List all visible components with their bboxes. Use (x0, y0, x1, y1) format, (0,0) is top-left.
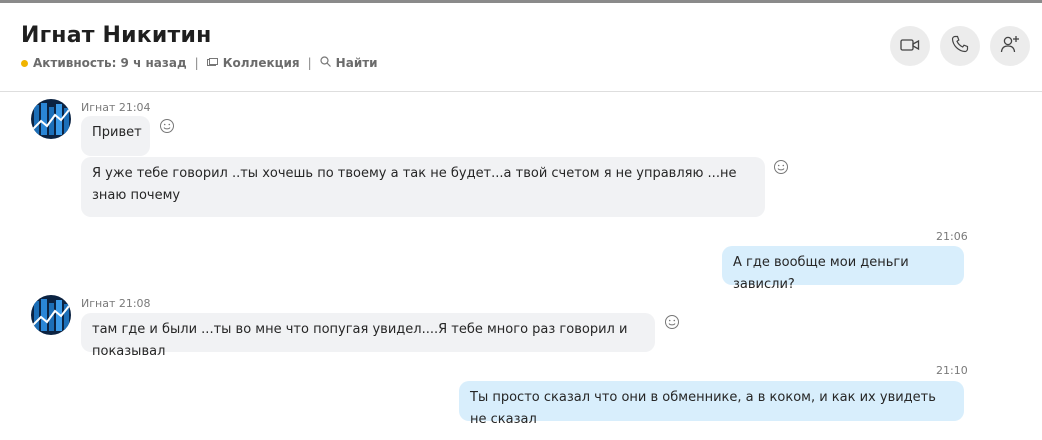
search-link[interactable]: Найти (320, 56, 378, 70)
add-person-icon (1000, 35, 1020, 57)
collection-link[interactable]: Коллекция (206, 56, 300, 70)
search-label: Найти (335, 56, 378, 70)
add-participant-button[interactable] (990, 26, 1030, 66)
emoji-reaction-icon[interactable] (664, 314, 680, 330)
message-bubble[interactable]: Я уже тебе говорил ..ты хочешь по твоему… (81, 157, 765, 217)
meta-separator: | (194, 56, 199, 70)
video-call-button[interactable] (890, 26, 930, 66)
chat-header: Игнат Никитин Активность: 9 ч назад | Ко… (0, 3, 1042, 92)
collection-label: Коллекция (222, 56, 300, 70)
meta-separator: | (307, 56, 312, 70)
activity-status: Активность: 9 ч назад (33, 56, 187, 70)
contact-meta: Активность: 9 ч назад | Коллекция | Найт… (21, 56, 378, 70)
emoji-reaction-icon[interactable] (773, 159, 789, 175)
video-call-icon (900, 37, 920, 56)
avatar[interactable] (31, 295, 71, 335)
message-bubble[interactable]: Ты просто сказал что они в обменнике, а … (459, 381, 964, 427)
collection-icon (206, 57, 218, 70)
avatar[interactable] (31, 99, 71, 139)
message-time: 21:06 (936, 230, 968, 243)
phone-icon (951, 35, 969, 57)
message-bubble[interactable]: Привет (81, 116, 150, 156)
message-sender-time: Игнат 21:08 (81, 297, 151, 310)
contact-name[interactable]: Игнат Никитин (21, 23, 212, 48)
message-time: 21:10 (936, 364, 968, 377)
message-bubble[interactable]: там где и были ...ты во мне что попугая … (81, 313, 655, 359)
search-icon (320, 56, 331, 70)
audio-call-button[interactable] (940, 26, 980, 66)
emoji-reaction-icon[interactable] (159, 118, 175, 134)
message-bubble[interactable]: А где вообще мои деньги зависли? (722, 246, 964, 292)
presence-away-icon (21, 59, 28, 67)
message-sender-time: Игнат 21:04 (81, 101, 151, 114)
